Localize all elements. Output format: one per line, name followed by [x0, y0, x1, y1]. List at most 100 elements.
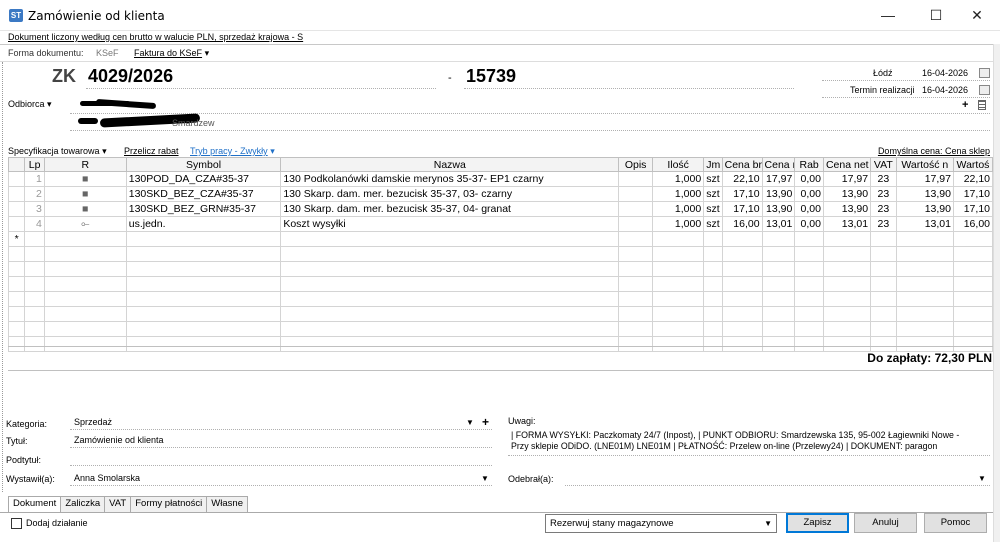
cell-rab[interactable]: 0,00	[794, 216, 824, 232]
uwagi-line1[interactable]: | FORMA WYSYŁKI: Paczkomaty 24/7 (Inpost…	[511, 430, 991, 440]
cell-cena-n[interactable]: 13,01	[761, 216, 796, 232]
cancel-button[interactable]: Anuluj	[854, 513, 917, 533]
empty-cell[interactable]	[280, 246, 620, 262]
cell-rab[interactable]: 0,00	[794, 201, 824, 217]
col-header[interactable]: Nazwa	[280, 157, 620, 172]
odbiorca-dropdown[interactable]: Odbiorca ▾	[8, 99, 52, 110]
table-row[interactable]: 3 ■ 130SKD_BEZ_GRN#35-37 130 Skarp. dam. me…	[7, 201, 994, 217]
empty-cell[interactable]	[618, 336, 654, 352]
cell-symbol[interactable]: 130SKD_BEZ_CZA#35-37	[125, 186, 282, 202]
cell-lp[interactable]: 1	[24, 171, 45, 187]
empty-cell[interactable]	[721, 336, 763, 352]
new-row[interactable]: *	[7, 231, 994, 247]
empty-cell[interactable]	[895, 291, 954, 307]
empty-cell[interactable]	[652, 246, 705, 262]
chevron-down-icon[interactable]: ▼	[481, 474, 489, 483]
empty-cell[interactable]	[952, 336, 994, 352]
termin-date-field[interactable]: 16-04-2026	[922, 85, 968, 95]
col-header[interactable]: Jm	[703, 157, 723, 172]
empty-cell[interactable]	[7, 276, 26, 292]
empty-cell[interactable]	[618, 306, 654, 322]
empty-cell[interactable]	[7, 306, 26, 322]
col-selector[interactable]	[7, 157, 26, 172]
col-header[interactable]: Wartoś	[952, 157, 994, 172]
empty-row[interactable]	[7, 321, 994, 337]
empty-cell[interactable]	[24, 261, 45, 277]
empty-cell[interactable]	[280, 231, 620, 247]
empty-cell[interactable]	[618, 231, 654, 247]
cell-rab[interactable]: 0,00	[794, 186, 824, 202]
empty-cell[interactable]	[822, 321, 872, 337]
help-button[interactable]: Pomoc	[924, 513, 987, 533]
kategoria-field[interactable]: Sprzedaż	[74, 417, 112, 427]
empty-cell[interactable]	[794, 321, 824, 337]
empty-cell[interactable]	[7, 291, 26, 307]
uwagi-line2[interactable]: Przy sklepie ODiDO. (LNE01M) LNE01M | PŁ…	[511, 441, 991, 451]
empty-row[interactable]	[7, 246, 994, 262]
cell-ilosc[interactable]: 1,000	[652, 216, 705, 232]
cell-wartosc[interactable]: 17,10	[952, 201, 994, 217]
empty-cell[interactable]	[280, 276, 620, 292]
cell-nazwa[interactable]: 130 Skarp. dam. mer. bezucisk 35-37, 03-…	[280, 186, 620, 202]
empty-cell[interactable]	[870, 276, 897, 292]
row-selector[interactable]	[7, 186, 26, 202]
empty-cell[interactable]	[761, 261, 796, 277]
date-field[interactable]: 16-04-2026	[922, 68, 968, 78]
empty-cell[interactable]	[761, 336, 796, 352]
cell-ilosc[interactable]: 1,000	[652, 186, 705, 202]
empty-cell[interactable]	[721, 231, 763, 247]
cell-ilosc[interactable]: 1,000	[652, 201, 705, 217]
cell-lp[interactable]: 2	[24, 186, 45, 202]
wystawil-field[interactable]: Anna Smolarska	[74, 473, 140, 483]
empty-cell[interactable]	[721, 321, 763, 337]
empty-cell[interactable]	[652, 231, 705, 247]
col-header[interactable]: Ilość	[652, 157, 705, 172]
empty-cell[interactable]	[125, 321, 282, 337]
empty-cell[interactable]	[43, 306, 127, 322]
empty-cell[interactable]	[761, 321, 796, 337]
window-scrollbar[interactable]	[993, 44, 1000, 542]
magazyn-select[interactable]: Rezerwuj stany magazynowe ▼	[545, 514, 777, 533]
cell-vat[interactable]: 23	[870, 216, 897, 232]
cell-vat[interactable]: 23	[870, 201, 897, 217]
empty-row[interactable]	[7, 276, 994, 292]
col-header[interactable]: Wartość n	[895, 157, 954, 172]
empty-cell[interactable]	[895, 321, 954, 337]
empty-cell[interactable]	[822, 306, 872, 322]
add-icon[interactable]: +	[482, 415, 489, 429]
empty-row[interactable]	[7, 261, 994, 277]
cell-wartosc-n[interactable]: 17,97	[895, 171, 954, 187]
empty-cell[interactable]	[822, 246, 872, 262]
cell-cena-net[interactable]: 13,01	[822, 216, 872, 232]
empty-cell[interactable]	[952, 276, 994, 292]
empty-cell[interactable]	[794, 231, 824, 247]
cell-lp[interactable]: 4	[24, 216, 45, 232]
calendar-icon[interactable]	[979, 85, 990, 95]
cell-cena-bru[interactable]: 17,10	[721, 201, 763, 217]
empty-cell[interactable]	[703, 261, 723, 277]
empty-cell[interactable]	[721, 246, 763, 262]
new-row-marker[interactable]: *	[7, 231, 26, 247]
cell-wartosc-n[interactable]: 13,01	[895, 216, 954, 232]
cell-opis[interactable]	[618, 171, 654, 187]
empty-cell[interactable]	[7, 321, 26, 337]
empty-cell[interactable]	[703, 291, 723, 307]
domyslna-cena-link[interactable]: Domyślna cena: Cena sklep	[878, 146, 990, 156]
empty-cell[interactable]	[870, 291, 897, 307]
empty-cell[interactable]	[24, 306, 45, 322]
cell-cena-n[interactable]: 13,90	[761, 201, 796, 217]
empty-cell[interactable]	[652, 321, 705, 337]
row-selector[interactable]	[7, 201, 26, 217]
table-row[interactable]: 4 ⟜ us.jedn. Koszt wysyłki 1,000 szt 16,00 13,0…	[7, 216, 994, 232]
tab-vat[interactable]: VAT	[104, 496, 132, 512]
empty-cell[interactable]	[794, 291, 824, 307]
empty-cell[interactable]	[870, 246, 897, 262]
empty-cell[interactable]	[895, 231, 954, 247]
empty-cell[interactable]	[721, 291, 763, 307]
col-header[interactable]: Rab	[794, 157, 824, 172]
cell-wartosc[interactable]: 22,10	[952, 171, 994, 187]
empty-cell[interactable]	[703, 276, 723, 292]
cell-rab[interactable]: 0,00	[794, 171, 824, 187]
empty-cell[interactable]	[952, 321, 994, 337]
pricing-info-link[interactable]: Dokument liczony według cen brutto w wal…	[8, 32, 303, 42]
